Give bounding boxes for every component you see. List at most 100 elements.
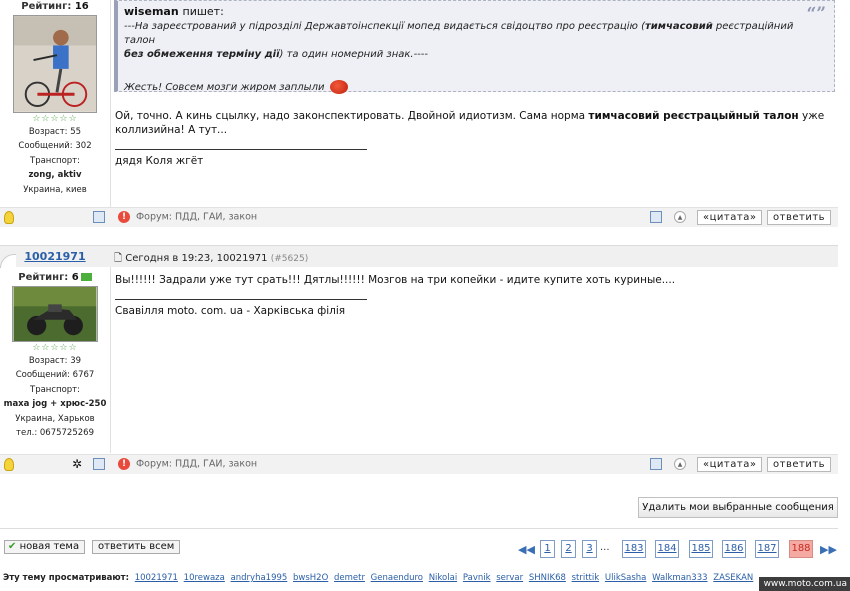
bulb-icon[interactable] [4,211,14,224]
rating: Рейтинг: 16 [0,0,110,15]
signature: дядя Коля жгёт [115,155,204,167]
viewer-link[interactable]: Nikolai [429,573,457,583]
author-sidebar: Рейтинг: 6 ☆☆☆☆☆ Возраст: 39 Сообщений: … [0,271,110,441]
author-name[interactable]: 10021971 [12,250,98,263]
post-number[interactable]: (#5625) [271,254,308,264]
quote-text: ---На зареєстрований у підрозділі Держав… [124,21,794,60]
rating-value: 6 [71,272,79,283]
forum-text: Форум: ПДД, ГАИ, закон [136,458,258,470]
location: Украина, киев [23,184,87,195]
page-link[interactable]: 184 [655,540,679,558]
transport-label: Транспорт: [30,384,80,395]
page-link[interactable]: 183 [622,540,646,558]
post-footer: ✲ ! Форум: ПДД, ГАИ, закон ▲ «цитата» отв… [0,454,838,474]
viewer-link[interactable]: UlikSasha [605,573,647,583]
signature-divider [115,149,367,150]
age: Возраст: 55 [28,126,82,137]
prev-page-icon[interactable]: ◀◀ [518,543,535,556]
viewer-link[interactable]: Pavnik [463,573,491,583]
viewer-link[interactable]: 10021971 [135,573,178,583]
viewer-link[interactable]: ZASEKAN [713,573,753,583]
quote-block: wiseman пишет: “” ---На зареєстрований у… [114,0,835,95]
rating: Рейтинг: 6 [0,271,110,286]
page-link[interactable]: 1 [540,540,555,558]
messages-count: Сообщений: 6767 [15,370,95,380]
page-link[interactable]: 185 [689,540,713,558]
delete-selected-button[interactable]: Удалить мои выбранные сообщения [638,497,838,518]
quote-icon: “” [806,4,826,24]
viewer-link[interactable]: demetr [334,573,365,583]
send-mail-icon[interactable] [650,211,662,223]
post-1: Рейтинг: 16 ☆☆☆☆☆ Возраст: 55 Сообщений:… [0,0,838,228]
post-text: Вы!!!!!! Задрали уже тут срать!!! Дятлы!… [115,274,676,286]
reply-button[interactable]: ответить [767,457,832,472]
viewer-link[interactable]: SHNIK68 [529,573,566,583]
forum-text: Форум: ПДД, ГАИ, закон [136,211,258,223]
topic-viewers: Эту тему просматривают: 10021971 10rewaz… [3,573,753,583]
forum-tag[interactable]: ! Форум: ПДД, ГАИ, закон [118,211,257,223]
report-icon[interactable]: ! [118,211,130,223]
gear-icon[interactable]: ✲ [72,458,84,470]
quote-author: wiseman [124,5,179,18]
signature: Свавілля moto. com. ua - Харківська філі… [115,305,346,317]
scroll-up-icon[interactable]: ▲ [674,458,686,470]
transport: zong, aktiv [28,170,82,180]
viewer-link[interactable]: strittik [572,573,600,583]
scroll-up-icon[interactable]: ▲ [674,211,686,223]
page-link[interactable]: 2 [561,540,576,558]
viewer-link[interactable]: 10rewaza [184,573,225,583]
next-page-icon[interactable]: ▶▶ [820,543,837,556]
post-header: 10021971 🗋 Сегодня в 19:23, 10021971 (#5… [0,245,838,268]
check-icon: ✔ [8,541,17,552]
forum-tag[interactable]: ! Форум: ПДД, ГАИ, закон [118,458,257,470]
messages-count: Сообщений: 302 [18,141,92,151]
post-body: Вы!!!!!! Задрали уже тут срать!!! Дятлы!… [111,273,838,318]
quote-says: пишет: [182,5,224,18]
viewer-link[interactable]: bwsH2O [293,573,328,583]
envelope-icon[interactable] [93,458,105,470]
star-rating: ☆☆☆☆☆ [32,113,78,124]
page-link[interactable]: 3 [582,540,597,558]
bulb-icon[interactable] [4,458,14,471]
location: Украина, Харьков [15,413,95,424]
page-link[interactable]: 187 [755,540,779,558]
new-topic-button[interactable]: ✔ новая тема [4,540,86,554]
smiley-icon [330,80,349,94]
transport: maxa jog + хрюс-250 [3,399,107,409]
viewer-link[interactable]: Walkman333 [652,573,707,583]
viewer-link[interactable]: andryha1995 [231,573,288,583]
author-sidebar: Рейтинг: 16 ☆☆☆☆☆ Возраст: 55 Сообщений:… [0,0,110,197]
quote-button[interactable]: «цитата» [697,457,763,472]
envelope-icon[interactable] [93,211,105,223]
transport-label: Транспорт: [30,155,80,166]
rating-label: Рейтинг: [21,1,72,12]
site-watermark: www.moto.com.ua [758,577,850,591]
age: Возраст: 39 [28,355,82,366]
post-2: 10021971 🗋 Сегодня в 19:23, 10021971 (#5… [0,245,838,475]
quote-button[interactable]: «цитата» [697,210,763,225]
document-icon: 🗋 [114,253,123,264]
post-content: wiseman пишет: “” ---На зареєстрований у… [110,0,838,207]
rating-up-icon[interactable] [80,273,92,281]
current-page: 188 [789,540,813,558]
post-body: Ой, точно. А кинь сцылку, надо законспек… [111,109,838,168]
quote-reply: Жесть! Совсем мозги жиром заплыли [124,80,826,95]
viewer-link[interactable]: servar [496,573,523,583]
reply-button[interactable]: ответить [767,210,832,225]
report-icon[interactable]: ! [118,458,130,470]
page-ellipsis: ... [600,542,610,553]
divider [0,528,838,529]
quote-header: wiseman пишет: [124,5,826,18]
rating-value: 16 [74,1,89,12]
post-date: 🗋 Сегодня в 19:23, 10021971 (#5625) [114,253,309,264]
avatar[interactable] [13,14,97,113]
phone: тел.: 0675725269 [16,428,94,438]
reply-all-button[interactable]: ответить всем [92,540,181,554]
avatar[interactable] [12,285,98,342]
viewer-link[interactable]: Genaenduro [371,573,423,583]
send-mail-icon[interactable] [650,458,662,470]
star-rating: ☆☆☆☆☆ [32,342,78,353]
post-content: Вы!!!!!! Задрали уже тут срать!!! Дятлы!… [110,267,838,453]
viewers-label: Эту тему просматривают: [3,573,129,583]
page-link[interactable]: 186 [722,540,746,558]
